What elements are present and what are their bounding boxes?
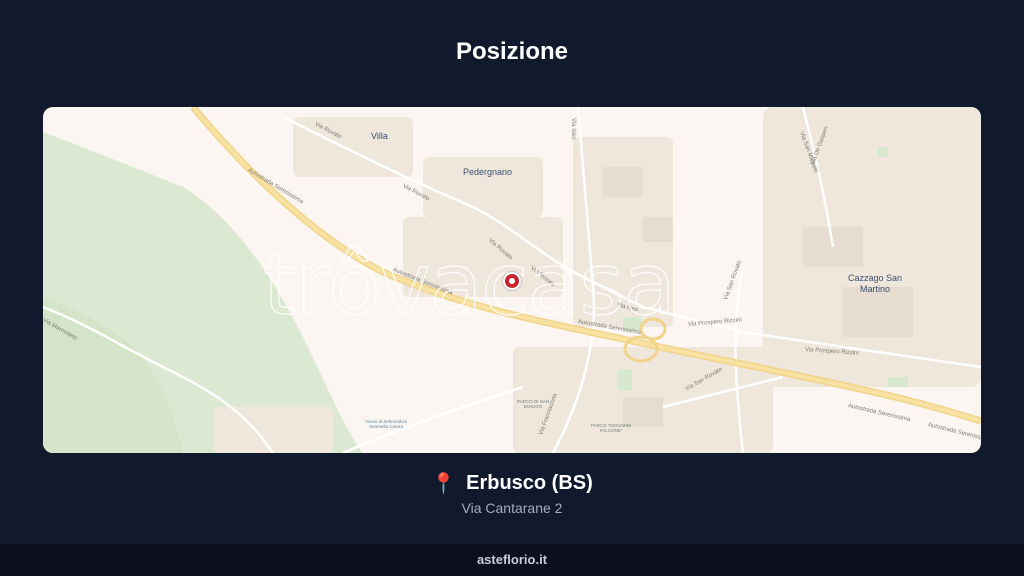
watermark-logo: trôvacasa <box>262 234 676 335</box>
place-label-pedergnano: Pedergnano <box>463 167 513 177</box>
page-title: Posizione <box>455 38 569 65</box>
place-label-villa: Villa <box>371 131 388 141</box>
location-name: Erbusco (BS) <box>466 472 593 494</box>
map-view[interactable]: Villa Pedergnano Cazzago San Martino Aut… <box>43 107 981 453</box>
poi-label-parco-falcone: PARCO "GIOVANNI FALCONE" <box>590 423 632 433</box>
location-address: Via Cantarane 2 <box>461 500 563 516</box>
poi-label-parco-san-donato: PARCO DI SAN DONATO <box>517 399 549 409</box>
poi-label-vivaio: Vivaio di Settemaloni Serenella Carera <box>365 419 407 429</box>
road-label-via-iseo-north: Via Iseo <box>570 118 576 140</box>
map-pin-icon: 📍 <box>431 472 457 495</box>
location-marker-icon[interactable] <box>503 272 521 290</box>
place-label-cazzago: Cazzago San Martino <box>847 273 903 294</box>
footer: asteflorio.it <box>0 544 1024 576</box>
location-heading: 📍 Erbusco (BS) <box>0 472 1024 495</box>
footer-brand[interactable]: asteflorio.it <box>477 552 547 567</box>
